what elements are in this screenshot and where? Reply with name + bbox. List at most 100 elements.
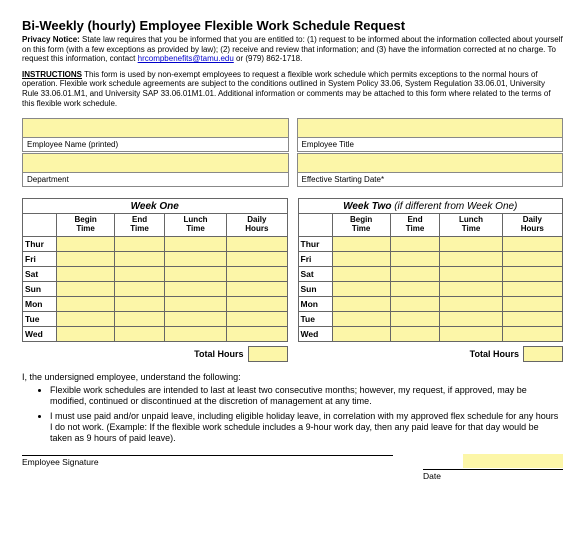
w1-thur-begin[interactable] <box>57 236 115 251</box>
w2-tue-lunch[interactable] <box>440 311 502 326</box>
col2-lunch: LunchTime <box>440 214 502 237</box>
w1-sat: Sat <box>23 266 57 281</box>
w2-fri-hours[interactable] <box>502 251 562 266</box>
w1-sat-lunch[interactable] <box>164 266 226 281</box>
w1-fri-hours[interactable] <box>227 251 287 266</box>
w2-wed-hours[interactable] <box>502 326 562 341</box>
w2-sat-begin[interactable] <box>332 266 390 281</box>
w2-wed-end[interactable] <box>390 326 440 341</box>
employee-name-field[interactable] <box>23 119 288 137</box>
w2-sat-lunch[interactable] <box>440 266 502 281</box>
col-begin: BeginTime <box>57 214 115 237</box>
employee-name-label: Employee Name (printed) <box>23 137 288 151</box>
w2-mon-hours[interactable] <box>502 296 562 311</box>
employee-name-box: Employee Name (printed) <box>22 118 289 152</box>
effective-date-field[interactable] <box>298 154 563 172</box>
w1-wed-hours[interactable] <box>227 326 287 341</box>
w2-sat-hours[interactable] <box>502 266 562 281</box>
signature-row: Employee Signature Date <box>22 454 563 481</box>
acknowledgment-block: I, the undersigned employee, understand … <box>22 372 563 445</box>
weeks-container: Week One BeginTime EndTime LunchTime Dai… <box>22 198 563 362</box>
page-title: Bi-Weekly (hourly) Employee Flexible Wor… <box>22 18 563 33</box>
w2-wed: Wed <box>298 326 332 341</box>
w2-thur-begin[interactable] <box>332 236 390 251</box>
w1-mon-hours[interactable] <box>227 296 287 311</box>
w1-wed-end[interactable] <box>115 326 165 341</box>
w2-mon: Mon <box>298 296 332 311</box>
privacy-text-b: or (979) 862-1718. <box>234 54 303 63</box>
w2-mon-end[interactable] <box>390 296 440 311</box>
w2-fri-end[interactable] <box>390 251 440 266</box>
w2-wed-lunch[interactable] <box>440 326 502 341</box>
w1-sat-begin[interactable] <box>57 266 115 281</box>
col2-end: EndTime <box>390 214 440 237</box>
department-label: Department <box>23 172 288 186</box>
ack-intro: I, the undersigned employee, understand … <box>22 372 563 383</box>
w2-sat-end[interactable] <box>390 266 440 281</box>
w2-fri: Fri <box>298 251 332 266</box>
w2-sun-hours[interactable] <box>502 281 562 296</box>
week-one-title: Week One <box>23 199 288 214</box>
w1-mon-end[interactable] <box>115 296 165 311</box>
w1-sat-hours[interactable] <box>227 266 287 281</box>
w1-fri-end[interactable] <box>115 251 165 266</box>
week-two-hint: (if different from Week One) <box>394 201 517 212</box>
w2-sun-begin[interactable] <box>332 281 390 296</box>
w2-thur-lunch[interactable] <box>440 236 502 251</box>
w1-thur-lunch[interactable] <box>164 236 226 251</box>
week-two-block: Week Two (if different from Week One) Be… <box>298 198 564 362</box>
w2-mon-lunch[interactable] <box>440 296 502 311</box>
week-one-block: Week One BeginTime EndTime LunchTime Dai… <box>22 198 288 362</box>
week-two-total-field[interactable] <box>523 346 563 362</box>
w1-tue-end[interactable] <box>115 311 165 326</box>
ack-bullet-1: Flexible work schedules are intended to … <box>50 385 563 408</box>
w1-mon-lunch[interactable] <box>164 296 226 311</box>
w1-mon-begin[interactable] <box>57 296 115 311</box>
w2-sun-lunch[interactable] <box>440 281 502 296</box>
instructions-text: This form is used by non-exempt employee… <box>22 70 551 108</box>
w2-tue-end[interactable] <box>390 311 440 326</box>
signature-date-field[interactable] <box>463 454 563 468</box>
w2-thur: Thur <box>298 236 332 251</box>
w1-thur-hours[interactable] <box>227 236 287 251</box>
w1-sat-end[interactable] <box>115 266 165 281</box>
w1-tue-hours[interactable] <box>227 311 287 326</box>
w2-tue-hours[interactable] <box>502 311 562 326</box>
w2-fri-begin[interactable] <box>332 251 390 266</box>
w2-tue: Tue <box>298 311 332 326</box>
w2-sun-end[interactable] <box>390 281 440 296</box>
w1-sun-hours[interactable] <box>227 281 287 296</box>
w1-fri-begin[interactable] <box>57 251 115 266</box>
w2-sun: Sun <box>298 281 332 296</box>
w1-sun-begin[interactable] <box>57 281 115 296</box>
w1-fri-lunch[interactable] <box>164 251 226 266</box>
privacy-notice: Privacy Notice: State law requires that … <box>22 35 563 64</box>
w1-thur-end[interactable] <box>115 236 165 251</box>
w2-wed-begin[interactable] <box>332 326 390 341</box>
w1-tue-begin[interactable] <box>57 311 115 326</box>
w1-sun: Sun <box>23 281 57 296</box>
col2-begin: BeginTime <box>332 214 390 237</box>
w2-mon-begin[interactable] <box>332 296 390 311</box>
employee-title-field[interactable] <box>298 119 563 137</box>
w2-tue-begin[interactable] <box>332 311 390 326</box>
department-field[interactable] <box>23 154 288 172</box>
employee-title-label: Employee Title <box>298 137 563 151</box>
w1-wed-lunch[interactable] <box>164 326 226 341</box>
week-one-total-field[interactable] <box>248 346 288 362</box>
week-two-total-row: Total Hours <box>298 346 564 362</box>
signature-date-label: Date <box>423 469 563 481</box>
employee-info-grid: Employee Name (printed) Department Emplo… <box>22 118 563 188</box>
w2-thur-hours[interactable] <box>502 236 562 251</box>
w1-mon: Mon <box>23 296 57 311</box>
instructions-label: INSTRUCTIONS <box>22 70 82 79</box>
w1-tue: Tue <box>23 311 57 326</box>
contact-email-link[interactable]: hrcompbenefits@tamu.edu <box>138 54 234 63</box>
w2-fri-lunch[interactable] <box>440 251 502 266</box>
w1-tue-lunch[interactable] <box>164 311 226 326</box>
w1-sun-end[interactable] <box>115 281 165 296</box>
w2-thur-end[interactable] <box>390 236 440 251</box>
w1-wed-begin[interactable] <box>57 326 115 341</box>
week-one-total-label: Total Hours <box>194 349 243 359</box>
w1-sun-lunch[interactable] <box>164 281 226 296</box>
